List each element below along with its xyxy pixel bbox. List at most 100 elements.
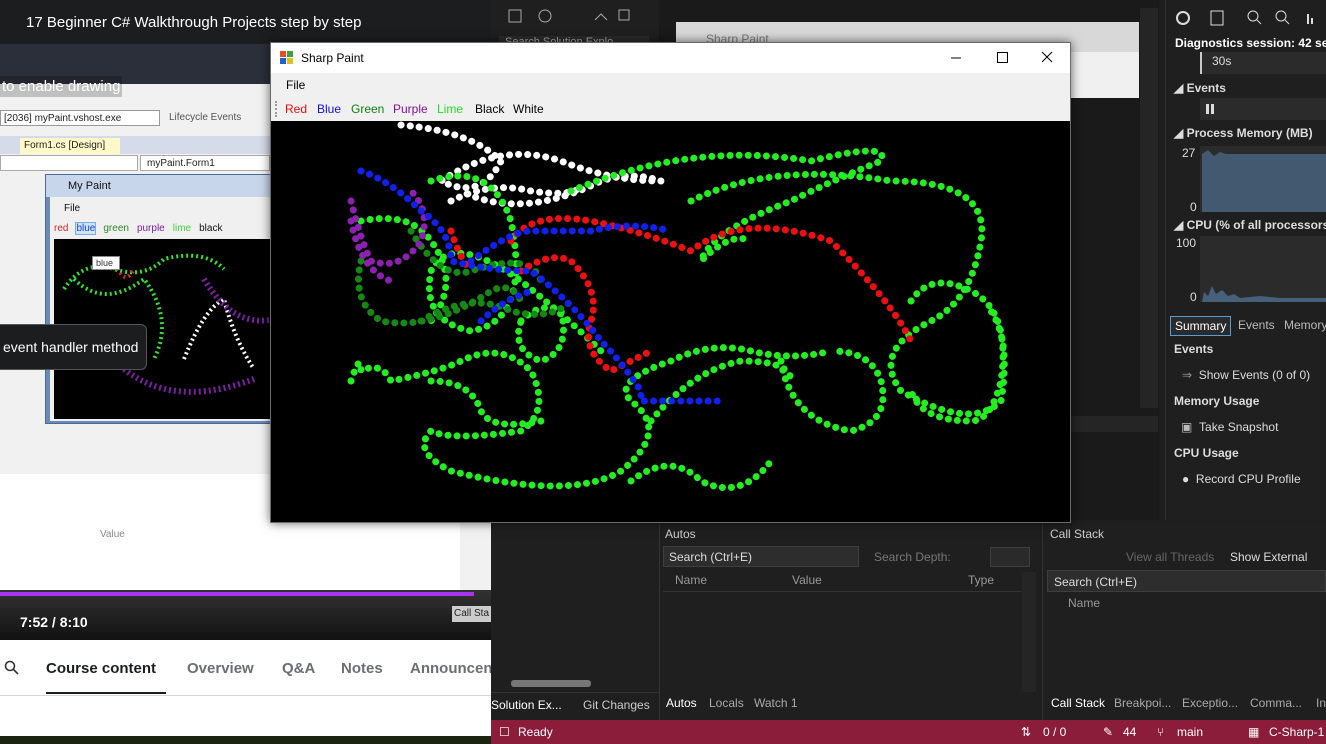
color-button-lime[interactable]: Lime	[437, 102, 463, 116]
tab-git-changes[interactable]: Git Changes	[583, 696, 650, 714]
close-button[interactable]	[1024, 43, 1070, 73]
tab-summary[interactable]: Summary	[1170, 316, 1232, 336]
video-progress-bar[interactable]	[0, 592, 475, 596]
autos-col-value[interactable]: Value	[792, 573, 822, 587]
my-paint-window: My Paint File red blue green purple lime blac…	[45, 174, 275, 424]
search-icon[interactable]	[4, 660, 20, 676]
diagnostics-toolbar	[1165, 0, 1326, 34]
color-toolbar	[271, 97, 1070, 121]
call-stack-col-name[interactable]: Name	[1068, 596, 1100, 610]
call-stack-title: Call Stack	[1050, 527, 1105, 541]
tab-locals[interactable]: Locals	[709, 696, 744, 710]
color-button-blue[interactable]: Blue	[317, 102, 341, 116]
branch-icon[interactable]: ⑂	[1157, 725, 1164, 739]
events-section-label: Events	[1186, 81, 1226, 95]
designer-hscrollbar[interactable]	[1070, 416, 1158, 432]
events-icon: ⇒	[1182, 368, 1193, 382]
sharp-paint-titlebar[interactable]: Sharp Paint	[271, 43, 1070, 73]
tab-command[interactable]: Comma...	[1250, 696, 1302, 710]
tab-overview[interactable]: Overview	[187, 660, 254, 677]
memory-graph-fill	[1202, 150, 1326, 212]
memory-axis-min: 0	[1190, 200, 1197, 214]
tab-events[interactable]: Events	[1234, 316, 1279, 334]
events-section-title: ◢ Events	[1174, 81, 1226, 95]
status-ready: Ready	[518, 725, 553, 739]
autos-vscrollbar[interactable]	[1022, 572, 1036, 692]
summary-events-heading: Events	[1174, 342, 1214, 356]
repo-icon[interactable]: ▦	[1248, 725, 1259, 739]
solution-scroll-thumb[interactable]	[511, 680, 591, 687]
toolbar-grip[interactable]	[275, 101, 277, 117]
tab-watch-1[interactable]: Watch 1	[754, 696, 798, 710]
video-time: 7:52 / 8:10	[20, 614, 88, 630]
take-snapshot-label: Take Snapshot	[1199, 420, 1279, 434]
embedded-design-tab: Form1.cs [Design]	[20, 138, 120, 154]
color-button-red[interactable]: Red	[285, 102, 307, 116]
cpu-axis-min: 0	[1190, 290, 1197, 304]
cpu-section-label: CPU (% of all processors)	[1186, 218, 1326, 232]
autos-col-name[interactable]: Name	[675, 573, 707, 587]
tab-memory[interactable]: Memory	[1280, 316, 1326, 334]
tab-announcements[interactable]: Announcen	[410, 660, 491, 677]
autos-search-depth-select[interactable]	[990, 547, 1030, 567]
tab-breakpoints[interactable]: Breakpoi...	[1114, 696, 1171, 710]
toolbar-icons	[508, 9, 630, 23]
my-paint-color-green: green	[103, 223, 129, 234]
tab-call-stack[interactable]: Call Stack	[1051, 696, 1105, 710]
status-repo[interactable]: C-Sharp-1	[1269, 725, 1324, 739]
take-snapshot-link[interactable]: ▣ Take Snapshot	[1181, 420, 1278, 434]
my-paint-color-lime: lime	[172, 223, 192, 234]
app-icon	[280, 51, 293, 64]
memory-section-label: Process Memory (MB)	[1186, 126, 1313, 140]
my-paint-file-menu: File	[64, 203, 81, 214]
my-paint-color-blue: blue	[75, 222, 97, 235]
tab-divider	[0, 695, 491, 696]
menu-file[interactable]: File	[286, 78, 305, 92]
status-branch[interactable]: main	[1177, 725, 1203, 739]
tab-immediate[interactable]: In	[1316, 696, 1326, 710]
my-paint-color-strip: red blue green purple lime black	[54, 222, 230, 235]
tab-course-content[interactable]: Course content	[46, 660, 156, 677]
sync-icon[interactable]: ⇅	[1021, 725, 1031, 739]
embedded-process-combo: [2036] myPaint.vshost.exe	[0, 110, 160, 126]
tab-exceptions[interactable]: Exceptio...	[1182, 696, 1238, 710]
cpu-graph	[1200, 236, 1326, 302]
course-tabs: Course content Overview Q&A Notes Announ…	[0, 640, 491, 744]
solution-toolbar	[491, 0, 659, 34]
autos-search-input[interactable]: Search (Ctrl+E)	[663, 546, 859, 567]
color-button-white[interactable]: White	[513, 102, 544, 116]
tab-solution-explorer[interactable]: Solution Ex...	[491, 696, 562, 714]
color-button-purple[interactable]: Purple	[393, 102, 428, 116]
cpu-section-title: ◢ CPU (% of all processors)	[1174, 218, 1326, 232]
minimize-button[interactable]	[933, 43, 979, 73]
view-all-threads-button[interactable]: View all Threads	[1126, 550, 1214, 564]
diagnostics-session-label: Diagnostics session: 42 seco	[1175, 36, 1326, 50]
call-stack-search-input[interactable]: Search (Ctrl+E)	[1047, 570, 1326, 592]
event-handler-caption: event handler method	[0, 324, 147, 370]
camera-icon: ▣	[1181, 420, 1193, 434]
record-cpu-link[interactable]: ● Record CPU Profile	[1182, 472, 1301, 486]
events-track	[1200, 98, 1326, 120]
draw-hint-caption: to enable drawing	[0, 76, 123, 97]
show-events-link[interactable]: ⇒ Show Events (0 of 0)	[1182, 368, 1310, 382]
status-edits[interactable]: 44	[1123, 725, 1136, 739]
tab-qa[interactable]: Q&A	[282, 660, 315, 677]
show-external-button[interactable]: Show External	[1230, 550, 1307, 564]
status-sync[interactable]: 0 / 0	[1043, 725, 1066, 739]
autos-col-type[interactable]: Type	[968, 573, 994, 587]
pause-icon[interactable]	[1200, 98, 1220, 120]
minimize-icon	[951, 57, 961, 59]
tab-notes[interactable]: Notes	[341, 660, 383, 677]
summary-cpu-heading: CPU Usage	[1174, 446, 1239, 460]
pencil-icon[interactable]: ✎	[1103, 725, 1113, 739]
maximize-button[interactable]	[979, 43, 1025, 73]
color-button-black[interactable]: Black	[475, 102, 504, 116]
memory-section-title: ◢ Process Memory (MB)	[1174, 126, 1313, 140]
drawing-canvas[interactable]	[271, 121, 1070, 522]
tab-autos[interactable]: Autos	[666, 696, 697, 710]
canvas-strokes	[347, 121, 1008, 492]
record-icon: ●	[1182, 472, 1190, 486]
maximize-icon	[997, 52, 1008, 63]
designer-vscrollbar[interactable]	[1140, 8, 1158, 408]
color-button-green[interactable]: Green	[351, 102, 384, 116]
